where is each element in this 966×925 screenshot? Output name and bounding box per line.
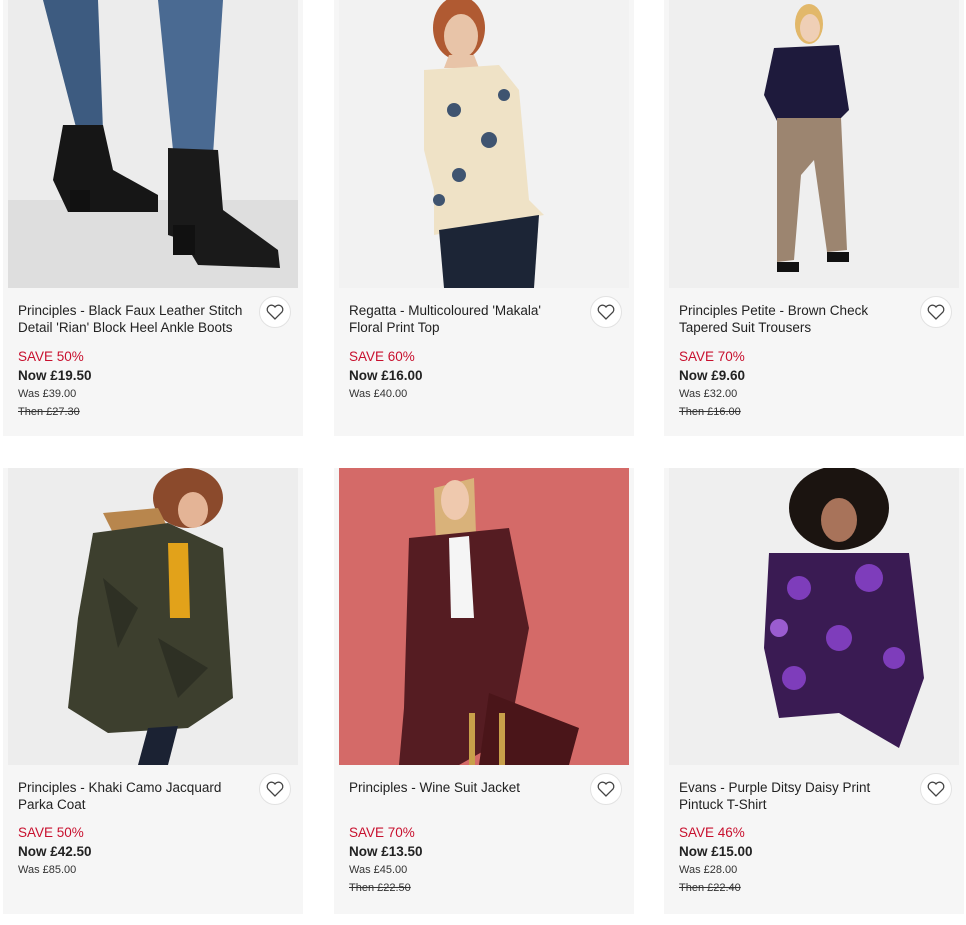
now-price: Now £42.50 — [18, 844, 92, 859]
wishlist-button[interactable] — [920, 773, 952, 805]
then-price: Then £27.30 — [18, 406, 80, 418]
then-price: Then £22.50 — [349, 882, 411, 894]
now-price: Now £16.00 — [349, 368, 423, 383]
was-price: Was £28.00 — [679, 864, 738, 876]
product-image[interactable] — [8, 0, 298, 288]
product-image[interactable] — [8, 468, 298, 765]
wishlist-button[interactable] — [259, 296, 291, 328]
wishlist-button[interactable] — [590, 296, 622, 328]
product-image[interactable] — [339, 468, 629, 765]
product-card[interactable]: Principles Petite - Brown Check Tapered … — [664, 0, 964, 436]
product-name[interactable]: Regatta - Multicoloured 'Makala' Floral … — [349, 302, 574, 336]
wishlist-button[interactable] — [590, 773, 622, 805]
product-image[interactable] — [339, 0, 629, 288]
was-price: Was £39.00 — [18, 388, 77, 400]
was-price: Was £32.00 — [679, 388, 738, 400]
save-percentage: SAVE 70% — [679, 349, 745, 364]
product-image[interactable] — [669, 468, 959, 765]
save-percentage: SAVE 50% — [18, 825, 84, 840]
heart-outline-icon — [266, 304, 284, 320]
product-card[interactable]: Evans - Purple Ditsy Daisy Print Pintuck… — [664, 468, 964, 914]
product-grid: Principles - Black Faux Leather Stitch D… — [0, 0, 966, 925]
product-card[interactable]: Principles - Black Faux Leather Stitch D… — [3, 0, 303, 436]
product-card[interactable]: Principles - Khaki Camo Jacquard Parka C… — [3, 468, 303, 914]
product-image[interactable] — [669, 0, 959, 288]
product-name[interactable]: Principles - Wine Suit Jacket — [349, 779, 574, 796]
product-name[interactable]: Principles - Khaki Camo Jacquard Parka C… — [18, 779, 243, 813]
then-price: Then £16.00 — [679, 406, 741, 418]
wishlist-button[interactable] — [259, 773, 291, 805]
save-percentage: SAVE 46% — [679, 825, 745, 840]
heart-outline-icon — [927, 304, 945, 320]
now-price: Now £13.50 — [349, 844, 423, 859]
save-percentage: SAVE 70% — [349, 825, 415, 840]
now-price: Now £9.60 — [679, 368, 746, 383]
save-percentage: SAVE 50% — [18, 349, 84, 364]
wishlist-button[interactable] — [920, 296, 952, 328]
heart-outline-icon — [266, 781, 284, 797]
heart-outline-icon — [597, 781, 615, 797]
product-card[interactable]: Regatta - Multicoloured 'Makala' Floral … — [334, 0, 634, 436]
product-card[interactable]: Principles - Wine Suit Jacket SAVE 70% N… — [334, 468, 634, 914]
product-name[interactable]: Principles Petite - Brown Check Tapered … — [679, 302, 904, 336]
product-name[interactable]: Principles - Black Faux Leather Stitch D… — [18, 302, 243, 336]
save-percentage: SAVE 60% — [349, 349, 415, 364]
was-price: Was £45.00 — [349, 864, 408, 876]
heart-outline-icon — [927, 781, 945, 797]
then-price: Then £22.40 — [679, 882, 741, 894]
was-price: Was £85.00 — [18, 864, 77, 876]
now-price: Now £19.50 — [18, 368, 92, 383]
heart-outline-icon — [597, 304, 615, 320]
product-name[interactable]: Evans - Purple Ditsy Daisy Print Pintuck… — [679, 779, 904, 813]
was-price: Was £40.00 — [349, 388, 408, 400]
now-price: Now £15.00 — [679, 844, 753, 859]
